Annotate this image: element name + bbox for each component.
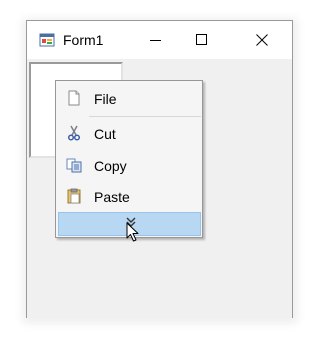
copy-icon — [66, 158, 82, 173]
maximize-icon — [196, 34, 207, 45]
window-title: Form1 — [63, 32, 104, 48]
menu-item-label: File — [94, 91, 117, 107]
menu-item-label: Cut — [94, 126, 116, 142]
paste-icon — [67, 188, 81, 204]
menu-item-paste[interactable]: Paste — [57, 182, 202, 210]
minimize-button[interactable] — [133, 21, 179, 59]
scissors-icon — [67, 125, 81, 141]
menu-item-file[interactable]: File — [57, 84, 202, 112]
file-icon — [68, 90, 80, 106]
menu-item-label: Paste — [94, 189, 130, 205]
form-app-icon — [39, 33, 55, 47]
menu-item-copy[interactable]: Copy — [57, 151, 202, 179]
context-menu: File Cut Copy Paste — [55, 80, 203, 238]
minimize-icon — [150, 40, 161, 41]
menu-separator — [89, 116, 201, 117]
mouse-cursor-icon — [126, 222, 139, 242]
close-button[interactable] — [239, 21, 285, 59]
title-bar[interactable]: Form1 — [27, 21, 292, 59]
close-icon — [256, 34, 268, 46]
menu-item-cut[interactable]: Cut — [57, 119, 202, 147]
maximize-button[interactable] — [179, 21, 225, 59]
menu-item-label: Copy — [94, 158, 127, 174]
